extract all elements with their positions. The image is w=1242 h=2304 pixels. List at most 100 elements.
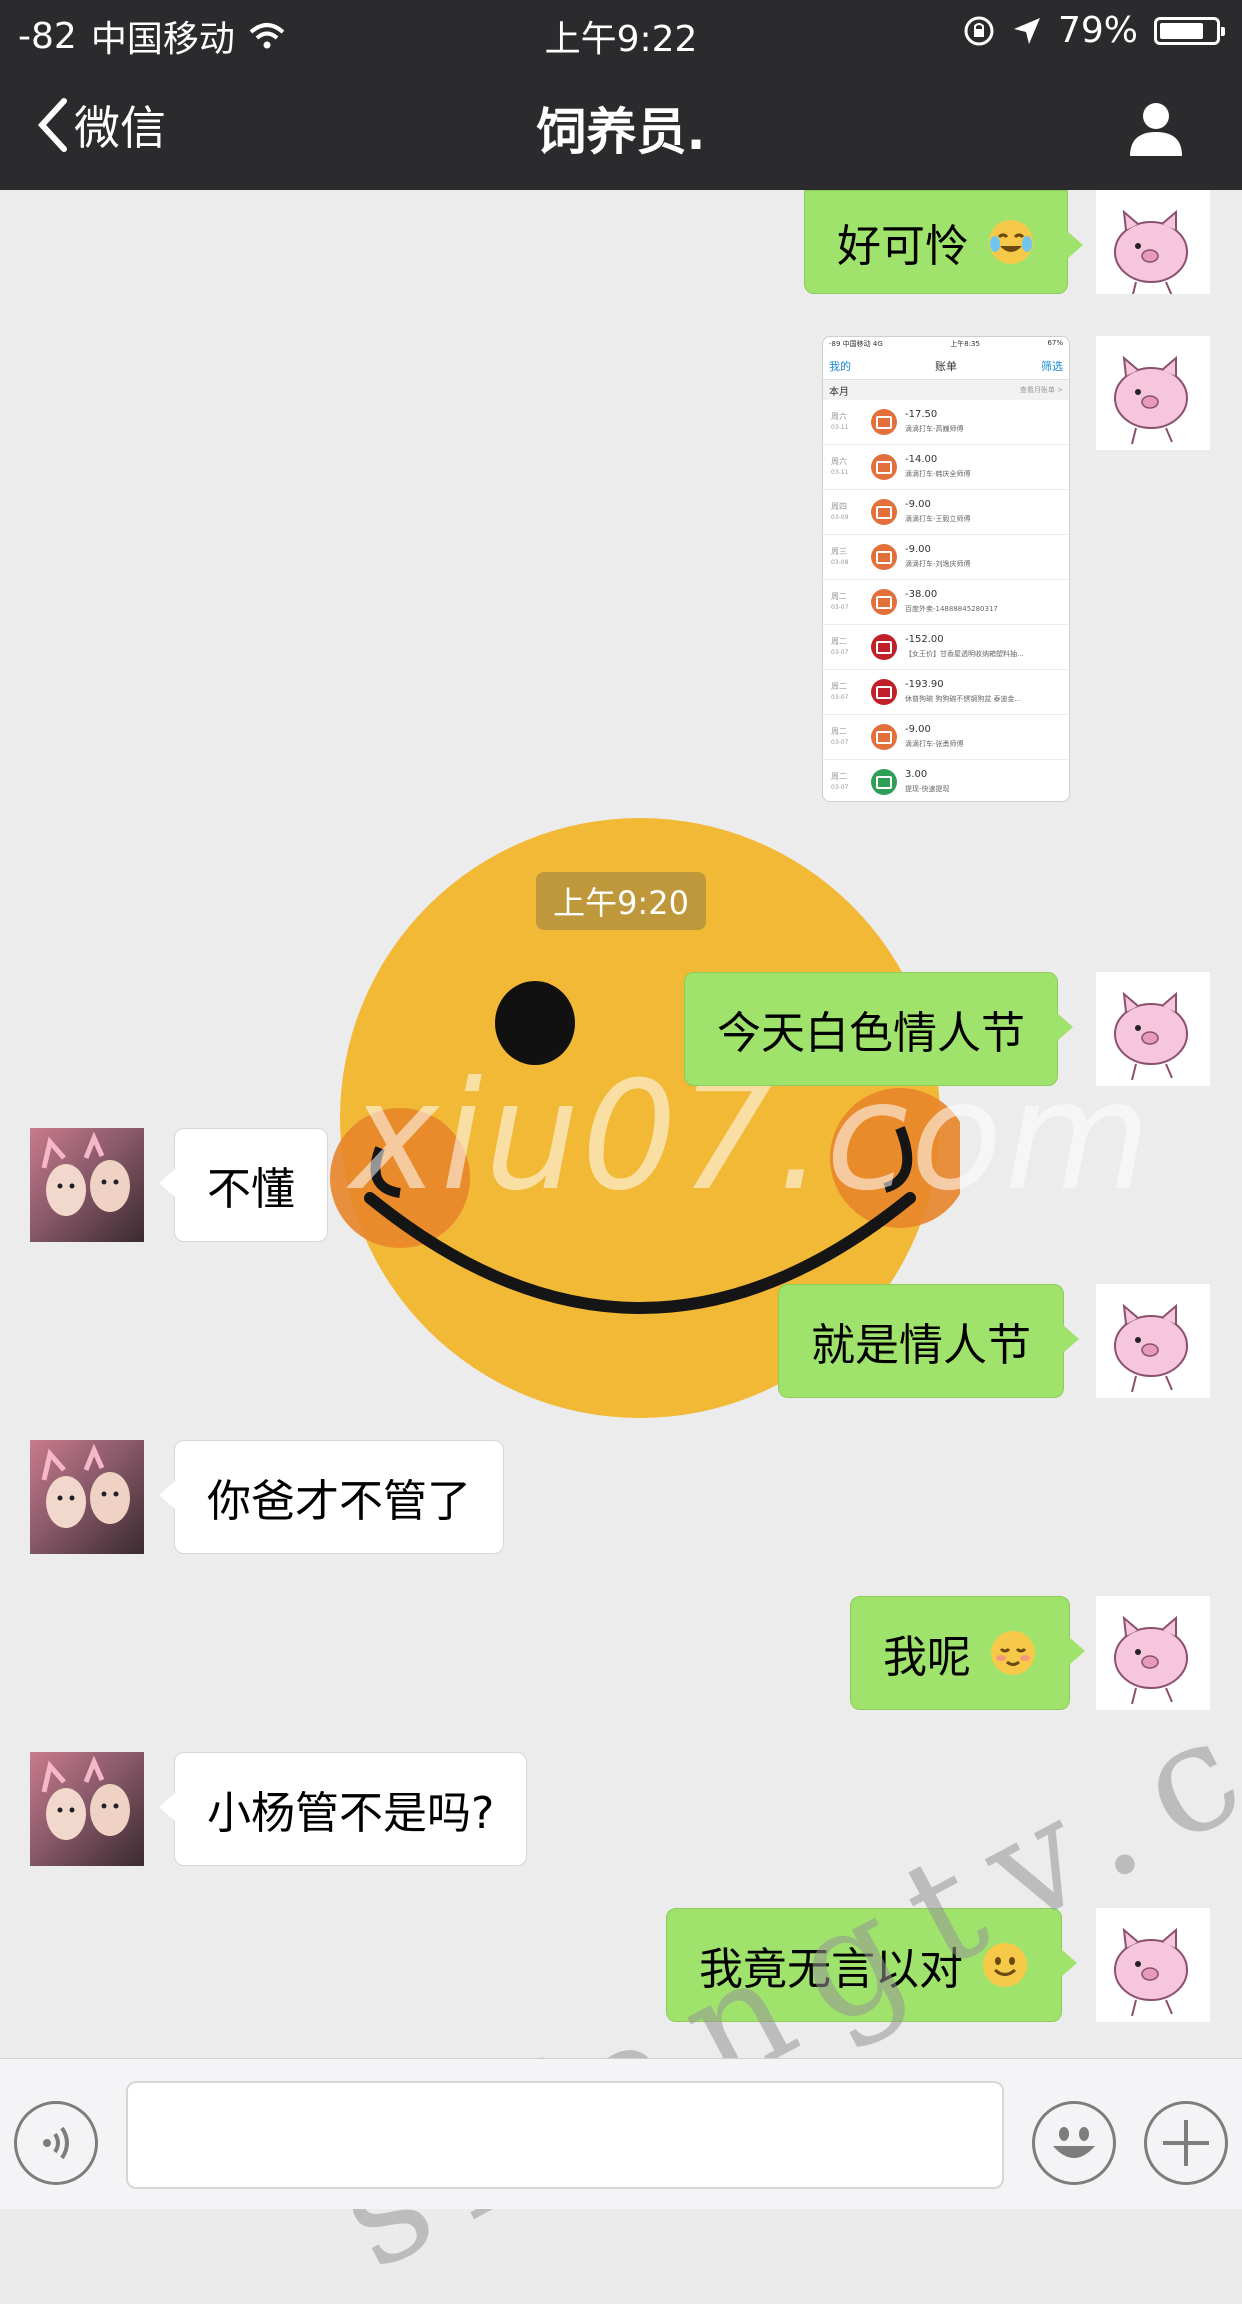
message-bubble-sent[interactable]: 就是情人节	[778, 1284, 1079, 1398]
nav-bar: 微信 饲养员.	[0, 62, 1242, 190]
my-avatar[interactable]	[1096, 1908, 1210, 2022]
contact-avatar[interactable]	[30, 1752, 144, 1866]
shot-bill-amount: -14.00	[905, 454, 938, 465]
shot-bill-desc: 百度外卖-14888845280317	[905, 605, 998, 613]
shot-bill-row: 周二 03-07 3.00 提现-快速提现	[823, 760, 1069, 801]
smiley-face-icon	[1053, 2127, 1095, 2158]
profile-icon[interactable]	[1126, 98, 1186, 158]
more-options-button[interactable]	[1144, 2101, 1228, 2185]
shot-month-label: 本月	[829, 386, 849, 398]
contact-avatar[interactable]	[30, 1128, 144, 1242]
message-bubble-sent[interactable]: 好可怜	[804, 190, 1083, 294]
shot-bill-date: 周二 03-07	[823, 771, 871, 793]
shot-bill-day: 03-07	[831, 649, 849, 656]
merchant-icon	[871, 724, 897, 750]
merchant-icon	[871, 769, 897, 795]
shot-bill-day: 03-07	[831, 784, 849, 791]
shot-bill-date: 周六 03-11	[823, 411, 871, 433]
shot-nav-bar: 我的 账单 筛选	[823, 353, 1069, 380]
my-avatar[interactable]	[1096, 336, 1210, 450]
message-text: 小杨管不是吗?	[207, 1788, 495, 1839]
battery-percent: 79%	[1057, 10, 1138, 51]
contact-photo-avatar-icon	[41, 1755, 130, 1840]
shot-bill-amount: -17.50	[905, 409, 938, 420]
shot-bill-amount: -9.00	[905, 724, 931, 735]
shot-bill-day: 03-08	[831, 559, 849, 566]
shot-bill-weekday: 周六	[831, 412, 847, 421]
shot-bill-row: 周六 03-11 -14.00 滴滴打车-韩庆全师傅	[823, 445, 1069, 490]
message-text: 我呢	[883, 1632, 971, 1683]
shot-bill-desc: 提现-快速提现	[905, 785, 950, 793]
shot-bill-text: -9.00 滴滴打车-王毅立师傅	[905, 498, 1069, 526]
message-bubble-sent[interactable]: 我呢	[850, 1596, 1085, 1710]
shot-bill-day: 03-11	[831, 424, 849, 431]
merchant-icon	[871, 679, 897, 705]
shot-bill-weekday: 周二	[831, 637, 847, 646]
merchant-icon	[871, 499, 897, 525]
shot-bill-day: 03-07	[831, 694, 849, 701]
merchant-icon	[871, 409, 897, 435]
shot-bill-weekday: 周二	[831, 682, 847, 691]
shot-bill-desc: 【女王价】甘香屋透明收纳箱塑料抽...	[905, 650, 1024, 658]
shot-status-time: 上午8:35	[950, 340, 980, 348]
shot-bill-desc: 滴滴打车-刘逸庆师傅	[905, 560, 971, 568]
shot-bill-row: 周六 03-11 -17.50 滴滴打车-高巍师傅	[823, 400, 1069, 445]
battery-icon	[1154, 16, 1225, 45]
pink-pig-avatar-icon	[1114, 1927, 1188, 2017]
battery-level	[1160, 22, 1203, 39]
shot-bill-amount: -38.00	[905, 589, 938, 600]
shot-bill-amount: -9.00	[905, 499, 931, 510]
shot-bill-amount: -152.00	[905, 634, 944, 645]
my-avatar[interactable]	[1096, 190, 1210, 294]
message-input[interactable]	[126, 2081, 1004, 2189]
my-avatar[interactable]	[1096, 1284, 1210, 1398]
shot-back-label: 我的	[829, 360, 851, 373]
message-bubble-received[interactable]: 不懂	[159, 1128, 328, 1242]
shot-bill-date: 周二 03-07	[823, 726, 871, 748]
shot-bill-weekday: 周二	[831, 592, 847, 601]
merchant-icon	[871, 454, 897, 480]
shot-bill-day: 03-07	[831, 739, 849, 746]
crying-laughing-emoji-icon	[989, 220, 1033, 264]
message-bubble-received[interactable]: 小杨管不是吗?	[158, 1752, 528, 1866]
shot-bill-weekday: 周六	[831, 457, 847, 466]
shot-bill-day: 03-07	[831, 604, 849, 611]
shot-status-right: 67%	[1047, 339, 1063, 347]
message-bubble-sent[interactable]: 今天白色情人节	[684, 972, 1073, 1086]
message-text: 好可怜	[837, 221, 969, 272]
message-bubble-received[interactable]: 你爸才不管了	[159, 1440, 504, 1554]
shot-bill-date: 周三 03-08	[823, 546, 871, 568]
shot-title: 账单	[935, 360, 957, 373]
emoji-button[interactable]	[1032, 2101, 1116, 2185]
shot-bill-text: -38.00 百度外卖-14888845280317	[905, 588, 1069, 616]
shot-bill-text: -17.50 滴滴打车-高巍师傅	[905, 408, 1069, 436]
shot-bill-date: 周二 03-07	[823, 636, 871, 658]
shot-bill-desc: 休普狗碗 狗狗碗不锈钢狗盆 泰迪金...	[905, 695, 1022, 703]
shot-bill-weekday: 周二	[831, 772, 847, 781]
shot-bill-row: 周二 03-07 -152.00 【女王价】甘香屋透明收纳箱塑料抽...	[823, 625, 1069, 670]
contact-avatar[interactable]	[30, 1440, 144, 1554]
shot-bill-desc: 滴滴打车-韩庆全师傅	[905, 470, 971, 478]
shot-bill-amount: -193.90	[905, 679, 944, 690]
shot-bill-text: -193.90 休普狗碗 狗狗碗不锈钢狗盆 泰迪金...	[905, 678, 1069, 706]
merchant-icon	[871, 589, 897, 615]
plus-icon	[1163, 2120, 1209, 2166]
shot-bill-list: 周六 03-11 -17.50 滴滴打车-高巍师傅 周六 03-11 -14.00 滴滴打车-…	[823, 400, 1069, 801]
merchant-icon	[871, 544, 897, 570]
merchant-icon	[871, 634, 897, 660]
my-avatar[interactable]	[1096, 972, 1210, 1086]
voice-input-button[interactable]	[14, 2101, 98, 2185]
shot-bill-desc: 滴滴打车-王毅立师傅	[905, 515, 971, 523]
pink-pig-avatar-icon	[1114, 1303, 1188, 1393]
shot-bill-weekday: 周三	[831, 547, 847, 556]
shot-bill-text: -9.00 滴滴打车-张勇师傅	[905, 723, 1069, 751]
shot-bill-text: -152.00 【女王价】甘香屋透明收纳箱塑料抽...	[905, 633, 1069, 661]
shot-bill-weekday: 周二	[831, 727, 847, 736]
shot-bill-day: 03-11	[831, 469, 849, 476]
shot-bill-text: 3.00 提现-快速提现	[905, 768, 1069, 796]
timestamp-label: 上午9:20	[536, 872, 706, 930]
bill-screenshot-image[interactable]: -89 中国移动 4G 上午8:35 67% 我的 账单 筛选 本月 查看月账单…	[822, 336, 1070, 802]
chat-title: 饲养员.	[536, 103, 706, 161]
shot-month-header: 本月 查看月账单 >	[823, 380, 1069, 400]
shot-bill-desc: 滴滴打车-高巍师傅	[905, 425, 964, 433]
